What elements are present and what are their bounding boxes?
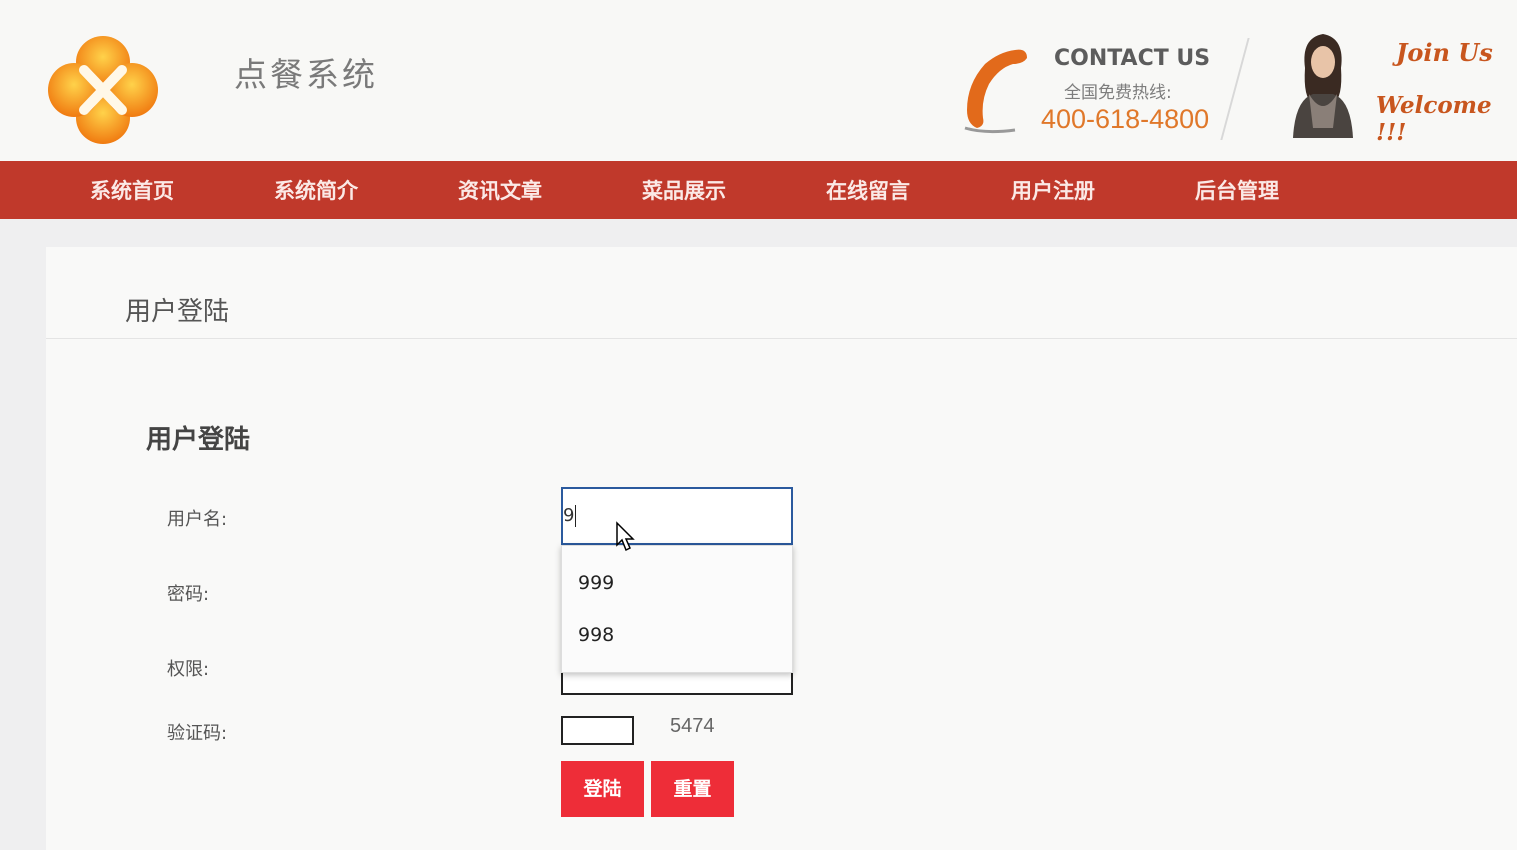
autocomplete-option[interactable]: 999 xyxy=(578,572,614,594)
avatar xyxy=(1287,28,1359,138)
mouse-cursor-icon xyxy=(616,521,635,552)
autocomplete-option[interactable]: 998 xyxy=(578,624,614,646)
captcha-label: 验证码: xyxy=(167,723,228,744)
phone-icon xyxy=(964,49,1027,134)
header: 点餐系统 CONTACT US 全国免费热线: 400-618-4800 Joi… xyxy=(0,0,1517,161)
contact-subtitle: 全国免费热线: xyxy=(1064,83,1172,103)
reset-button[interactable]: 重置 xyxy=(651,761,734,817)
nav-item-articles[interactable]: 资讯文章 xyxy=(458,175,542,205)
site-title: 点餐系统 xyxy=(234,55,378,94)
header-divider xyxy=(1220,38,1250,140)
username-value: 9 xyxy=(563,505,575,526)
contact-phone-number: 400-618-4800 xyxy=(1041,104,1210,134)
nav-item-messages[interactable]: 在线留言 xyxy=(826,175,910,205)
nav-item-dishes[interactable]: 菜品展示 xyxy=(642,175,726,205)
contact-title: CONTACT US xyxy=(1054,46,1211,71)
join-us-text: Join Us xyxy=(1396,38,1493,67)
logo-icon xyxy=(48,36,158,144)
main-nav: 系统首页 系统简介 资讯文章 菜品展示 在线留言 用户注册 后台管理 xyxy=(0,161,1517,219)
panel-header: 用户登陆 xyxy=(46,247,1517,339)
nav-item-home[interactable]: 系统首页 xyxy=(90,175,174,205)
username-input[interactable]: 9 xyxy=(561,487,793,545)
nav-item-intro[interactable]: 系统简介 xyxy=(274,175,358,205)
username-autocomplete: 999 998 xyxy=(561,545,793,673)
nav-item-admin[interactable]: 后台管理 xyxy=(1195,175,1279,205)
text-caret xyxy=(575,505,577,527)
password-label: 密码: xyxy=(167,584,210,605)
captcha-code[interactable]: 5474 xyxy=(670,715,715,738)
captcha-input[interactable] xyxy=(561,716,634,745)
nav-item-register[interactable]: 用户注册 xyxy=(1011,175,1095,205)
form-title: 用户登陆 xyxy=(146,425,251,455)
login-button[interactable]: 登陆 xyxy=(561,761,644,817)
page-title: 用户登陆 xyxy=(125,297,230,327)
content-panel: 用户登陆 用户登陆 用户名: 9 密码: 权限: 验证码: 5474 登陆 重置… xyxy=(46,247,1517,850)
role-label: 权限: xyxy=(167,659,210,680)
username-label: 用户名: xyxy=(167,509,228,530)
welcome-text: Welcome !!! xyxy=(1376,92,1492,146)
